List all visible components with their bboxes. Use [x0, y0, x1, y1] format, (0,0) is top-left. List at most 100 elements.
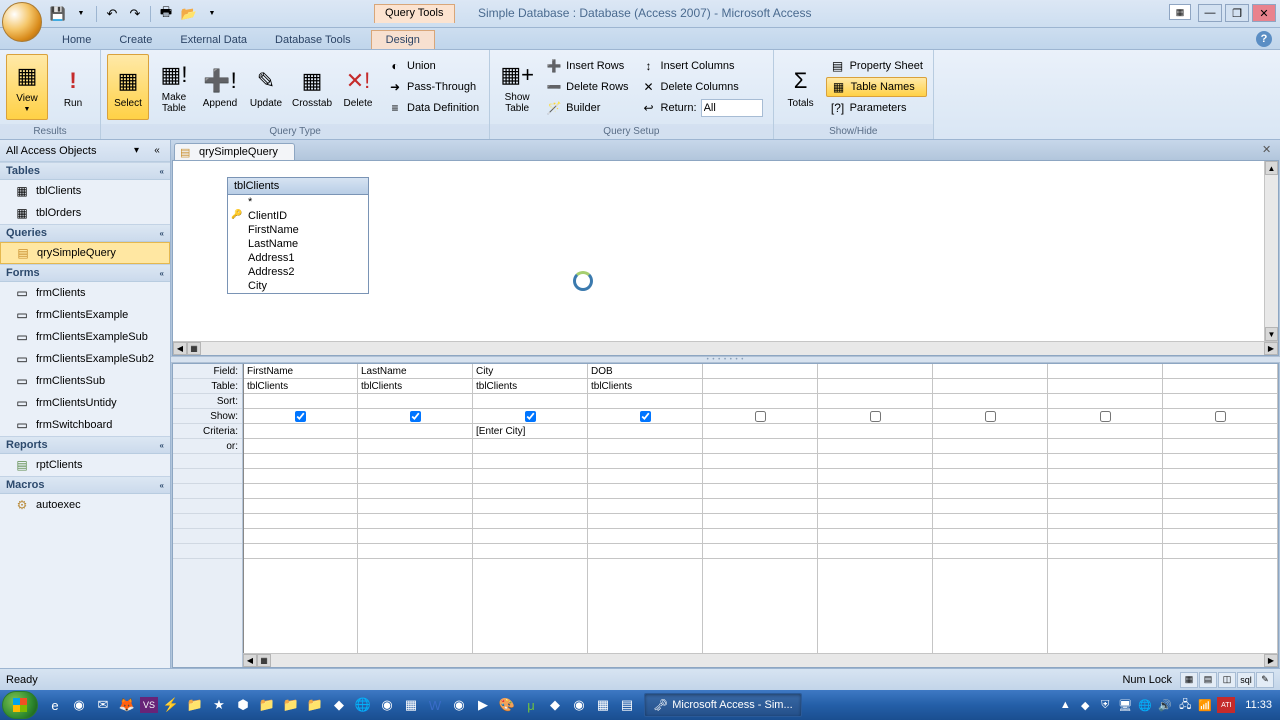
scroll-selector-icon[interactable]: ▦	[257, 654, 271, 667]
grid-cell[interactable]	[1048, 424, 1162, 439]
grid-cell[interactable]	[473, 409, 587, 424]
tab-create[interactable]: Create	[105, 31, 166, 49]
grid-cell[interactable]: tblClients	[473, 379, 587, 394]
tray-icon[interactable]: 🖥	[1117, 697, 1133, 713]
grid-cell[interactable]	[933, 424, 1047, 439]
delete-columns-button[interactable]: ✕Delete Columns	[637, 77, 767, 97]
field-star[interactable]: *	[228, 195, 368, 209]
grid-cell[interactable]	[1048, 439, 1162, 454]
nav-item-frmclientsexample[interactable]: frmClientsExample	[0, 304, 170, 326]
tray-icon[interactable]: 📶	[1197, 697, 1213, 713]
explorer-icon[interactable]: 📁	[184, 694, 206, 716]
app-icon[interactable]: ★	[208, 694, 230, 716]
grid-cell[interactable]: tblClients	[358, 379, 472, 394]
grid-cell[interactable]	[818, 424, 932, 439]
nav-item-tblclients[interactable]: tblClients	[0, 180, 170, 202]
grid-cell[interactable]	[1048, 364, 1162, 379]
query-design-surface[interactable]: tblClients *ClientIDFirstNameLastNameAdd…	[172, 160, 1279, 356]
folder-icon[interactable]: 📁	[304, 694, 326, 716]
show-table-button[interactable]: ▦+Show Table	[496, 54, 538, 120]
nav-group-tables[interactable]: Tables«	[0, 162, 170, 180]
office-orb-button[interactable]	[2, 2, 42, 42]
table-box-title[interactable]: tblClients	[228, 178, 368, 195]
nav-group-queries[interactable]: Queries«	[0, 224, 170, 242]
field-Address1[interactable]: Address1	[228, 251, 368, 265]
print-icon[interactable]: 🖶	[156, 4, 176, 24]
scroll-left-icon[interactable]: ◀	[243, 654, 257, 667]
word-icon[interactable]: W	[424, 694, 446, 716]
accessibility-icon[interactable]: ▦	[1169, 4, 1191, 20]
field-FirstName[interactable]: FirstName	[228, 223, 368, 237]
view-button[interactable]: ▦View▼	[6, 54, 48, 120]
show-checkbox[interactable]	[410, 411, 421, 422]
save-icon[interactable]: 💾	[48, 4, 68, 24]
grid-cell[interactable]	[473, 394, 587, 409]
grid-cell[interactable]	[244, 409, 357, 424]
ie-icon[interactable]: e	[44, 694, 66, 716]
nav-item-frmclientssub[interactable]: frmClientsSub	[0, 370, 170, 392]
field-Address2[interactable]: Address2	[228, 265, 368, 279]
tray-icon[interactable]: ◆	[1077, 697, 1093, 713]
clock[interactable]: 11:33	[1245, 699, 1272, 711]
pivot-table-view-button[interactable]: ▤	[1199, 672, 1217, 688]
folder-icon[interactable]: 📁	[280, 694, 302, 716]
grid-cell[interactable]	[818, 409, 932, 424]
tray-icon[interactable]: ▲	[1057, 697, 1073, 713]
nav-item-frmclientsexamplesub2[interactable]: frmClientsExampleSub2	[0, 348, 170, 370]
grid-cell[interactable]	[933, 394, 1047, 409]
scroll-left-icon[interactable]: ◀	[173, 342, 187, 355]
grid-cell[interactable]	[818, 439, 932, 454]
tray-icon[interactable]: 🌐	[1137, 697, 1153, 713]
app-icon[interactable]: ◉	[568, 694, 590, 716]
grid-cell[interactable]	[244, 394, 357, 409]
doc-tab-query[interactable]: qrySimpleQuery	[174, 143, 295, 160]
ati-icon[interactable]: ATI	[1217, 697, 1235, 713]
grid-cell[interactable]	[818, 394, 932, 409]
nav-item-frmclientsexamplesub[interactable]: frmClientsExampleSub	[0, 326, 170, 348]
app-icon[interactable]: 🌐	[352, 694, 374, 716]
paint-icon[interactable]: 🎨	[496, 694, 518, 716]
scroll-up-icon[interactable]: ▲	[1265, 161, 1278, 175]
grid-cell[interactable]	[703, 439, 817, 454]
show-checkbox[interactable]	[1100, 411, 1111, 422]
app-icon[interactable]: ◆	[328, 694, 350, 716]
insert-rows-button[interactable]: ➕Insert Rows	[542, 56, 632, 76]
grid-cell[interactable]	[703, 409, 817, 424]
grid-cell[interactable]: tblClients	[588, 379, 702, 394]
grid-cell[interactable]: City	[473, 364, 587, 379]
grid-cell[interactable]	[1048, 409, 1162, 424]
shutter-bar-icon[interactable]: «	[150, 144, 164, 158]
app-icon[interactable]: ▦	[400, 694, 422, 716]
grid-cell[interactable]	[1163, 364, 1277, 379]
pivot-chart-view-button[interactable]: ◫	[1218, 672, 1236, 688]
datasheet-view-button[interactable]: ▦	[1180, 672, 1198, 688]
grid-cell[interactable]	[703, 394, 817, 409]
show-checkbox[interactable]	[755, 411, 766, 422]
grid-cell[interactable]	[358, 394, 472, 409]
app-icon[interactable]: ⬢	[232, 694, 254, 716]
grid-cell[interactable]	[358, 439, 472, 454]
taskbar-app-access[interactable]: 🗝Microsoft Access - Sim...	[644, 693, 802, 717]
chrome-icon[interactable]: ◉	[68, 694, 90, 716]
grid-cell[interactable]	[1048, 394, 1162, 409]
return-input[interactable]	[701, 99, 763, 117]
show-checkbox[interactable]	[985, 411, 996, 422]
grid-cell[interactable]	[933, 439, 1047, 454]
grid-cell[interactable]	[244, 439, 357, 454]
union-button[interactable]: ◐Union	[383, 56, 483, 76]
nav-item-qrysimplequery[interactable]: qrySimpleQuery	[0, 242, 170, 264]
nav-group-reports[interactable]: Reports«	[0, 436, 170, 454]
close-button[interactable]: ✕	[1252, 4, 1276, 22]
builder-button[interactable]: 🪄Builder	[542, 98, 632, 118]
app-icon[interactable]: ◉	[376, 694, 398, 716]
passthrough-button[interactable]: ➜Pass-Through	[383, 77, 483, 97]
table-field-list[interactable]: tblClients *ClientIDFirstNameLastNameAdd…	[227, 177, 369, 294]
grid-cell[interactable]	[1163, 409, 1277, 424]
tab-external-data[interactable]: External Data	[166, 31, 261, 49]
grid-cell[interactable]	[1163, 394, 1277, 409]
nav-item-frmclientsuntidy[interactable]: frmClientsUntidy	[0, 392, 170, 414]
grid-cell[interactable]: FirstName	[244, 364, 357, 379]
grid-cell[interactable]: LastName	[358, 364, 472, 379]
horizontal-scrollbar-grid[interactable]: ◀▦▶	[243, 653, 1278, 667]
minimize-button[interactable]: —	[1198, 4, 1222, 22]
